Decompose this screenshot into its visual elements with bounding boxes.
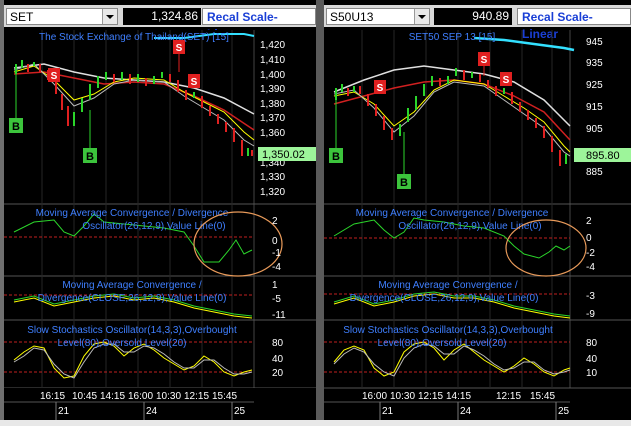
svg-text:S: S [191, 77, 198, 88]
svg-text:Moving Average Convergence /: Moving Average Convergence / [62, 280, 202, 291]
svg-text:B: B [332, 151, 340, 163]
svg-text:15:45: 15:45 [212, 391, 237, 402]
svg-text:80: 80 [272, 338, 284, 349]
svg-text:S: S [503, 75, 510, 86]
svg-text:S: S [481, 55, 488, 66]
svg-text:24: 24 [460, 406, 472, 417]
svg-text:1,380: 1,380 [260, 99, 285, 110]
svg-text:12:15: 12:15 [496, 391, 521, 402]
svg-text:925: 925 [586, 80, 603, 91]
svg-text:Moving Average Convergence / D: Moving Average Convergence / Divergence [36, 208, 229, 219]
svg-text:B: B [400, 177, 408, 189]
svg-text:16:00: 16:00 [128, 391, 153, 402]
svg-text:25: 25 [558, 406, 570, 417]
svg-text:10: 10 [586, 368, 598, 379]
right-chart-svg[interactable]: B B S S S SET50 SEP 13 [15] 945 935 925 … [324, 0, 631, 420]
svg-text:S: S [51, 71, 58, 82]
svg-text:Oscillator(26,12,9),Value Line: Oscillator(26,12,9),Value Line(0) [82, 221, 225, 232]
svg-text:-3: -3 [586, 291, 595, 302]
svg-text:Moving Average Convergence / D: Moving Average Convergence / Divergence [356, 208, 549, 219]
left-last-price-badge: 1,350.02 [262, 149, 305, 161]
svg-text:2: 2 [272, 216, 278, 227]
svg-text:14:15: 14:15 [446, 391, 471, 402]
svg-text:15:45: 15:45 [530, 391, 555, 402]
svg-text:2: 2 [586, 216, 592, 227]
right-chart-title: SET50 SEP 13 [15] [409, 32, 496, 43]
svg-text:12:15: 12:15 [418, 391, 443, 402]
svg-text:0: 0 [586, 233, 592, 244]
svg-text:24: 24 [146, 406, 158, 417]
svg-text:B: B [12, 121, 20, 133]
svg-text:10:30: 10:30 [390, 391, 415, 402]
svg-text:10:45: 10:45 [72, 391, 97, 402]
svg-text:14:15: 14:15 [100, 391, 125, 402]
left-chart-title: The Stock Exchange of Thailand(SET) [15] [39, 32, 229, 43]
svg-text:Level(80),Oversold Level(20): Level(80),Oversold Level(20) [378, 338, 507, 349]
svg-text:Slow Stochastics Oscillator(14: Slow Stochastics Oscillator(14,3,3),Over… [27, 325, 237, 336]
svg-text:12:15: 12:15 [184, 391, 209, 402]
svg-text:935: 935 [586, 58, 603, 69]
svg-text:Divergence(CLOSE,26,12,9),Valu: Divergence(CLOSE,26,12,9),Value Line(0) [38, 293, 227, 304]
svg-text:1,320: 1,320 [260, 187, 285, 198]
svg-text:-2: -2 [586, 248, 595, 259]
svg-text:-5: -5 [272, 294, 281, 305]
svg-text:16:15: 16:15 [40, 391, 65, 402]
svg-text:915: 915 [586, 102, 603, 113]
svg-text:S: S [377, 83, 384, 94]
svg-text:1,390: 1,390 [260, 84, 285, 95]
svg-text:21: 21 [58, 406, 70, 417]
svg-text:-4: -4 [586, 262, 595, 273]
svg-text:-4: -4 [272, 262, 281, 273]
svg-text:B: B [86, 151, 94, 163]
svg-text:1,400: 1,400 [260, 70, 285, 81]
svg-text:-1: -1 [272, 248, 281, 259]
svg-text:885: 885 [586, 167, 603, 178]
svg-text:25: 25 [234, 406, 246, 417]
svg-text:0: 0 [272, 236, 278, 247]
svg-text:10:30: 10:30 [156, 391, 181, 402]
svg-text:945: 945 [586, 37, 603, 48]
svg-text:80: 80 [586, 338, 598, 349]
svg-text:1,370: 1,370 [260, 113, 285, 124]
svg-text:16:00: 16:00 [362, 391, 387, 402]
svg-text:1,410: 1,410 [260, 55, 285, 66]
svg-text:1,360: 1,360 [260, 128, 285, 139]
svg-text:Divergence(CLOSE,26,12,9),Valu: Divergence(CLOSE,26,12,9),Value Line(0) [350, 293, 539, 304]
svg-text:40: 40 [586, 354, 598, 365]
svg-text:1,330: 1,330 [260, 172, 285, 183]
svg-text:1,420: 1,420 [260, 40, 285, 51]
svg-text:Slow Stochastics Oscillator(14: Slow Stochastics Oscillator(14,3,3),Over… [343, 325, 553, 336]
svg-text:20: 20 [272, 368, 284, 379]
svg-text:S: S [176, 43, 183, 54]
svg-text:40: 40 [272, 354, 284, 365]
right-last-price-badge: 895.80 [586, 150, 620, 162]
bottom-status-strip [0, 420, 631, 426]
svg-text:21: 21 [382, 406, 394, 417]
svg-text:Moving Average Convergence /: Moving Average Convergence / [378, 280, 518, 291]
left-chart-panel: SET 1,324.86 Recal Scale-Linear [4, 0, 316, 420]
right-chart-panel: S50U13 940.89 Recal Scale-Linear B B S S… [324, 0, 631, 420]
svg-text:-9: -9 [586, 309, 595, 320]
svg-text:-11: -11 [272, 310, 286, 321]
svg-text:905: 905 [586, 124, 603, 135]
panel-divider[interactable] [316, 0, 324, 420]
left-chart-svg[interactable]: B B S S S The Stock Exchange of Thailand… [4, 0, 316, 420]
svg-text:Level(80),Oversold Level(20): Level(80),Oversold Level(20) [58, 338, 187, 349]
svg-text:1: 1 [272, 280, 278, 291]
